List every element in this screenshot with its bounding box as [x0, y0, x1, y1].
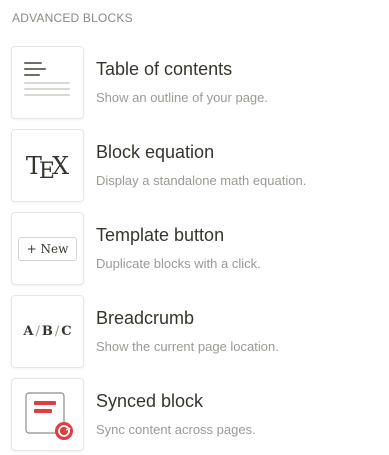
- table-of-contents-icon: [11, 46, 84, 119]
- menu-item-table-of-contents[interactable]: Table of contents Show an outline of you…: [0, 40, 389, 123]
- item-title: Breadcrumb: [96, 308, 195, 328]
- item-description: Show an outline of your page.: [96, 90, 269, 105]
- menu-item-breadcrumb[interactable]: A / B / C Breadcrumb Show the current pa…: [0, 289, 389, 372]
- breadcrumb-icon: A / B / C: [11, 295, 84, 368]
- item-title: Table of contents: [96, 59, 233, 79]
- tex-e: E: [38, 159, 55, 184]
- item-description: Sync content across pages.: [96, 422, 256, 437]
- crumb-separator: /: [35, 324, 40, 339]
- menu-item-synced-block[interactable]: Synced block Sync content across pages.: [0, 372, 389, 455]
- new-chip-label: + New: [18, 237, 77, 261]
- new-button-icon: + New: [11, 212, 84, 285]
- menu-item-block-equation[interactable]: TEX Block equation Display a standalone …: [0, 123, 389, 206]
- section-header: ADVANCED BLOCKS: [12, 11, 133, 25]
- block-menu-list: Table of contents Show an outline of you…: [0, 40, 389, 455]
- item-title: Block equation: [96, 142, 215, 162]
- tex-icon: TEX: [11, 129, 84, 202]
- crumb-separator: /: [54, 324, 60, 339]
- synced-block-icon: [11, 378, 84, 451]
- menu-item-template-button[interactable]: + New Template button Duplicate blocks w…: [0, 206, 389, 289]
- item-description: Show the current page location.: [96, 339, 279, 354]
- item-description: Display a standalone math equation.: [96, 173, 307, 188]
- item-title: Synced block: [96, 391, 204, 411]
- item-description: Duplicate blocks with a click.: [96, 256, 261, 271]
- crumb-c: C: [61, 324, 72, 339]
- item-title: Template button: [96, 225, 225, 245]
- crumb-b: B: [41, 324, 53, 339]
- synced-block-glyph: [25, 392, 73, 440]
- crumb-a: A: [23, 324, 34, 339]
